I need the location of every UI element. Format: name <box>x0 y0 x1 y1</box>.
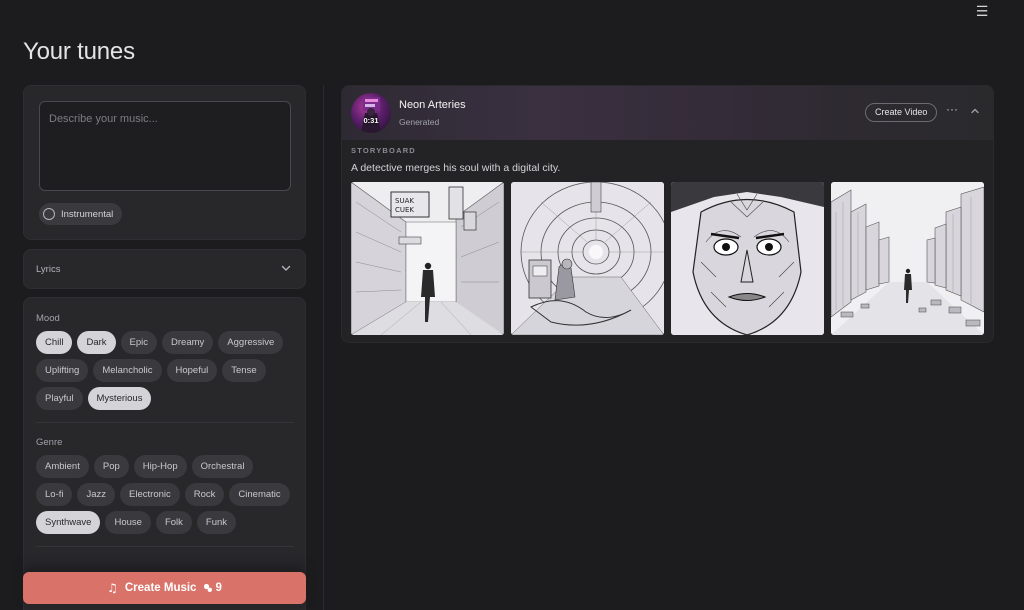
mood-chip-uplifting[interactable]: Uplifting <box>36 359 89 382</box>
genre-chip-house[interactable]: House <box>105 511 151 534</box>
divider <box>36 546 294 547</box>
mood-chip-hopeful[interactable]: Hopeful <box>166 359 218 382</box>
credits-count: 9 <box>215 582 222 594</box>
genre-chip-funk[interactable]: Funk <box>196 511 237 534</box>
genre-chip-hip-hop[interactable]: Hip-Hop <box>133 455 187 478</box>
storyboard-frame-alley[interactable]: SUAK CUEK <box>351 182 504 335</box>
genre-chip-electronic[interactable]: Electronic <box>120 483 180 506</box>
mood-chip-group: Chill Dark Epic Dreamy Aggressive Uplifting Me… <box>36 331 294 410</box>
create-music-label: Create Music <box>124 582 197 594</box>
genre-chip-lo-fi[interactable]: Lo-fi <box>36 483 73 506</box>
track-title: Neon Arteries <box>399 99 466 111</box>
storyboard-frame-face[interactable] <box>671 182 824 335</box>
credits-badge: 9 <box>203 582 222 594</box>
create-video-button[interactable]: Create Video <box>865 103 938 122</box>
more-options-icon[interactable]: ··· <box>945 103 959 118</box>
credit-icon <box>204 583 213 592</box>
instrumental-label: Instrumental <box>61 208 114 220</box>
app-root: ☰ Your tunes Instrumental Lyrics Mood Ch… <box>0 0 1024 610</box>
storyboard-frame-tunnel[interactable] <box>511 182 664 335</box>
storyboard-frame-city[interactable] <box>831 182 984 335</box>
page-title: Your tunes <box>23 38 135 65</box>
tags-card: Mood Chill Dark Epic Dreamy Aggressive Uplift… <box>23 297 306 610</box>
track-card: 0:31 Neon Arteries Generated Create Vide… <box>341 85 994 343</box>
track-duration: 0:31 <box>363 116 379 125</box>
chevron-up-icon[interactable] <box>969 105 981 117</box>
genre-chip-cinematic[interactable]: Cinematic <box>229 483 290 506</box>
lyrics-label: Lyrics <box>36 264 61 275</box>
track-status: Generated <box>399 117 440 127</box>
mood-chip-dreamy[interactable]: Dreamy <box>162 331 214 354</box>
mood-chip-melancholic[interactable]: Melancholic <box>93 359 162 382</box>
mood-chip-chill[interactable]: Chill <box>36 331 73 354</box>
storyboard-caption: A detective merges his soul with a digit… <box>351 162 561 174</box>
lyrics-accordion[interactable]: Lyrics <box>23 249 306 289</box>
mood-chip-tense[interactable]: Tense <box>222 359 266 382</box>
genre-label: Genre <box>36 437 63 448</box>
mood-chip-epic[interactable]: Epic <box>120 331 158 354</box>
divider <box>36 422 294 423</box>
mood-chip-aggressive[interactable]: Aggressive <box>218 331 284 354</box>
mood-chip-mysterious[interactable]: Mysterious <box>87 387 152 410</box>
storyboard-label: STORYBOARD <box>351 146 416 155</box>
svg-text:SUAK: SUAK <box>395 197 414 205</box>
instrumental-toggle[interactable]: Instrumental <box>39 203 123 225</box>
track-cover[interactable]: 0:31 <box>351 93 391 133</box>
prompt-input[interactable] <box>39 101 291 191</box>
column-divider <box>323 85 324 610</box>
left-panel: Instrumental Lyrics Mood ChillDarkEpicDr… <box>23 85 306 610</box>
radio-icon <box>43 208 55 220</box>
genre-chip-rock[interactable]: Rock <box>184 483 225 506</box>
genre-chip-orchestral[interactable]: Orchestral <box>191 455 254 478</box>
mood-label: Mood <box>36 313 60 324</box>
prompt-card: Instrumental <box>23 85 306 240</box>
cover-art-icon <box>361 97 381 133</box>
mood-chip-dark[interactable]: Dark <box>77 331 116 354</box>
music-note-icon: ♫ <box>107 581 118 595</box>
svg-text:CUEK: CUEK <box>395 206 414 214</box>
create-music-button[interactable]: ♫ Create Music 9 <box>23 572 306 604</box>
chevron-down-icon <box>281 265 291 271</box>
mood-chip-playful[interactable]: Playful <box>36 387 83 410</box>
storyboard-frames: SUAK CUEK <box>351 182 984 335</box>
genre-chip-pop[interactable]: Pop <box>93 455 129 478</box>
genre-chip-group: Ambient Pop Hip-Hop Orchestral Lo-fi Jazz Elec… <box>36 455 294 534</box>
genre-chip-ambient[interactable]: Ambient <box>36 455 89 478</box>
genre-chip-synthwave[interactable]: Synthwave <box>36 511 101 534</box>
genre-chip-jazz[interactable]: Jazz <box>77 483 116 506</box>
genre-chip-folk[interactable]: Folk <box>155 511 192 534</box>
menu-icon[interactable]: ☰ <box>974 4 990 20</box>
